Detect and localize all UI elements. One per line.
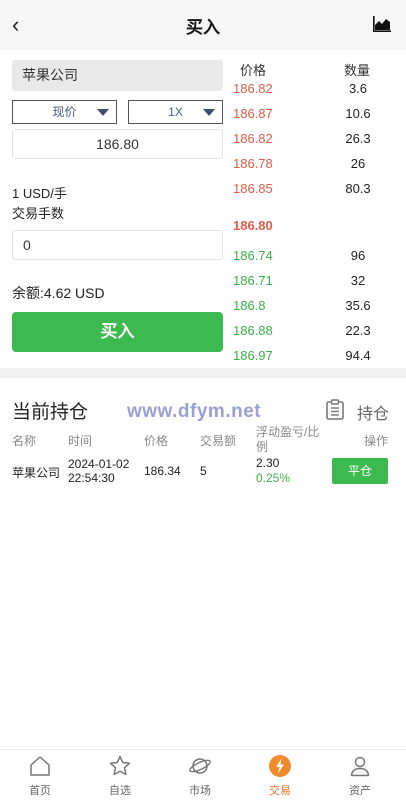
top-bar: ‹ 买入 bbox=[0, 0, 406, 50]
ask-price: 186.78 bbox=[233, 156, 273, 171]
ask-qty: 3.6 bbox=[348, 81, 368, 96]
bottom-nav: 首页 自选 市场 交易 资产 bbox=[0, 749, 406, 800]
bid-qty: 32 bbox=[350, 273, 366, 288]
planet-icon bbox=[189, 758, 211, 774]
bid-price: 186.97 bbox=[233, 348, 273, 363]
nav-item-market[interactable]: 市场 bbox=[170, 754, 230, 798]
lots-input[interactable]: 0 bbox=[12, 230, 223, 260]
orderbook-price-header: 价格 bbox=[240, 63, 267, 78]
home-icon bbox=[30, 756, 50, 776]
bid-row[interactable]: 186.8 35.6 bbox=[233, 298, 406, 318]
nav-label: 交易 bbox=[269, 785, 291, 797]
bid-qty: 96 bbox=[350, 248, 366, 263]
col-price: 价格 bbox=[144, 434, 169, 448]
col-time: 时间 bbox=[68, 434, 93, 448]
bid-price: 186.71 bbox=[233, 273, 273, 288]
chart-icon[interactable] bbox=[372, 14, 392, 34]
nav-label: 市场 bbox=[189, 785, 211, 797]
ask-row[interactable]: 186.87 10.6 bbox=[233, 106, 406, 126]
col-name: 名称 bbox=[12, 434, 37, 448]
position-price: 186.34 bbox=[144, 464, 181, 478]
ask-price: 186.82 bbox=[233, 131, 273, 146]
section-divider bbox=[0, 368, 406, 378]
price-input[interactable]: 186.80 bbox=[12, 129, 223, 159]
position-name: 苹果公司 bbox=[12, 466, 61, 480]
bid-qty: 22.3 bbox=[345, 323, 371, 338]
nav-label: 首页 bbox=[29, 785, 51, 797]
watermark: www.dfym.net bbox=[127, 401, 262, 422]
col-pnl: 浮动盈亏/比例 bbox=[256, 425, 320, 454]
trade-panel: 苹果公司 现价 1X 186.80 1 USD/手 交易手数 0 余额:4.62… bbox=[0, 50, 406, 368]
leverage-value: 1X bbox=[168, 105, 183, 119]
stock-name-field[interactable]: 苹果公司 bbox=[12, 60, 223, 91]
col-action: 操作 bbox=[364, 434, 389, 448]
caret-down-icon bbox=[97, 109, 109, 116]
ask-row[interactable]: 186.85 80.3 bbox=[233, 181, 406, 201]
ask-row[interactable]: 186.82 26.3 bbox=[233, 131, 406, 151]
bid-row[interactable]: 186.74 96 bbox=[233, 248, 406, 268]
clipboard-icon[interactable] bbox=[326, 399, 344, 420]
star-icon bbox=[109, 755, 131, 776]
bid-row[interactable]: 186.88 22.3 bbox=[233, 323, 406, 343]
nav-item-assets[interactable]: 资产 bbox=[330, 754, 390, 798]
bid-qty: 35.6 bbox=[345, 298, 371, 313]
caret-down-icon bbox=[203, 109, 215, 116]
nav-label: 资产 bbox=[349, 785, 371, 797]
nav-item-home[interactable]: 首页 bbox=[10, 754, 70, 798]
bid-price: 186.74 bbox=[233, 248, 273, 263]
positions-title: 当前持仓 bbox=[12, 402, 89, 423]
last-price: 186.80 bbox=[233, 218, 273, 233]
leverage-select[interactable]: 1X bbox=[128, 100, 223, 124]
bid-price: 186.88 bbox=[233, 323, 273, 338]
hold-link[interactable]: 持仓 bbox=[357, 400, 389, 424]
trade-icon bbox=[269, 755, 291, 777]
user-icon bbox=[350, 756, 370, 777]
page-title: 买入 bbox=[186, 18, 220, 37]
position-amount: 5 bbox=[200, 464, 207, 478]
ask-qty: 26 bbox=[350, 156, 366, 171]
ask-qty: 10.6 bbox=[345, 106, 371, 121]
position-time: 22:54:30 bbox=[68, 471, 115, 485]
ask-price: 186.87 bbox=[233, 106, 273, 121]
order-type-select[interactable]: 现价 bbox=[12, 100, 117, 124]
orderbook-qty-header: 数量 bbox=[344, 63, 371, 78]
ask-price: 186.85 bbox=[233, 181, 273, 196]
bid-row[interactable]: 186.71 32 bbox=[233, 273, 406, 293]
bid-price: 186.8 bbox=[233, 298, 266, 313]
position-date: 2024-01-02 bbox=[68, 457, 130, 471]
lots-label: 交易手数 bbox=[12, 206, 65, 221]
ask-qty: 26.3 bbox=[345, 131, 371, 146]
ask-row[interactable]: 186.82 3.6 bbox=[233, 81, 406, 101]
nav-item-favorites[interactable]: 自选 bbox=[90, 754, 150, 798]
unit-text: 1 USD/手 bbox=[12, 186, 67, 201]
position-pnl-pct: 0.25% bbox=[256, 471, 291, 485]
nav-item-trade[interactable]: 交易 bbox=[250, 754, 310, 798]
close-position-button[interactable]: 平仓 bbox=[332, 458, 388, 484]
buy-button[interactable]: 买入 bbox=[12, 312, 223, 352]
position-pnl: 2.30 bbox=[256, 456, 280, 470]
bid-qty: 94.4 bbox=[345, 348, 371, 363]
ask-qty: 80.3 bbox=[345, 181, 371, 196]
balance-text: 余额:4.62 USD bbox=[12, 285, 105, 301]
nav-label: 自选 bbox=[109, 785, 131, 797]
bid-row[interactable]: 186.97 94.4 bbox=[233, 348, 406, 368]
order-type-value: 现价 bbox=[52, 105, 77, 119]
ask-price: 186.82 bbox=[233, 81, 273, 96]
col-amount: 交易额 bbox=[200, 434, 237, 448]
ask-row[interactable]: 186.78 26 bbox=[233, 156, 406, 176]
